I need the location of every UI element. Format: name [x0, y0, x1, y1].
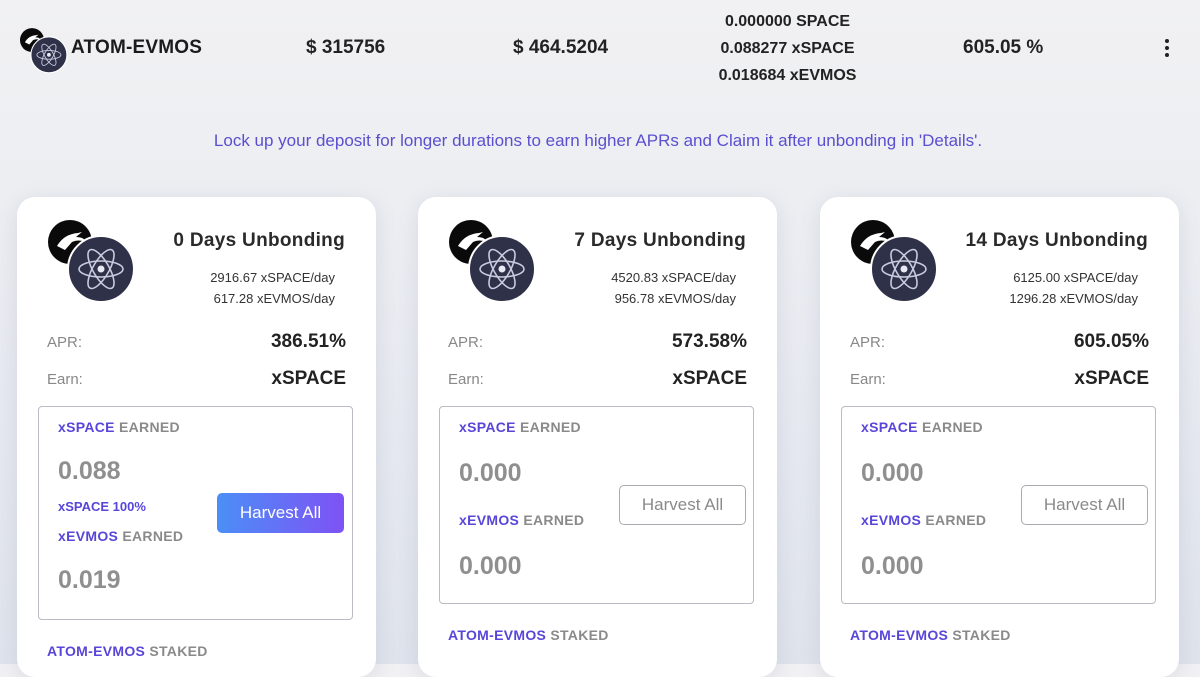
apr-value: 573.58%	[671, 331, 747, 352]
earn-token: xSPACE	[271, 368, 346, 389]
xevmos-rate: 1296.28 xEVMOS/day	[1009, 291, 1138, 306]
pool-card-14-days: 14 Days Unbonding 6125.00 xSPACE/day 129…	[820, 197, 1179, 677]
xspace-rate: 6125.00 xSPACE/day	[1013, 270, 1138, 285]
lockup-notice: Lock up your deposit for longer duration…	[213, 131, 983, 150]
pool-card-0-days: 0 Days Unbonding 2916.67 xSPACE/day 617.…	[17, 197, 376, 677]
xspace-earned-value: 0.088	[58, 457, 121, 485]
xspace-earned-value: 0.000	[861, 459, 924, 487]
harvest-all-button[interactable]: Harvest All	[217, 493, 344, 533]
atom-evmos-pair-icon	[20, 27, 68, 75]
card-title: 7 Days Unbonding	[574, 230, 746, 251]
pool-card-7-days: 7 Days Unbonding 4520.83 xSPACE/day 956.…	[418, 197, 777, 677]
earn-label: Earn:	[448, 371, 484, 388]
xspace-share: xSPACE 100%	[58, 499, 146, 514]
apr-value: 386.51%	[270, 331, 346, 352]
max-apr: 605.05 %	[963, 37, 1044, 58]
earnings-box: xSPACE EARNED 0.088 xSPACE 100% xEVMOS E…	[38, 406, 353, 620]
xspace-earned-title: xSPACE EARNED	[459, 419, 581, 435]
atom-evmos-pair-icon	[449, 220, 537, 304]
apr-label: APR:	[448, 334, 484, 351]
card-title: 0 Days Unbonding	[173, 230, 345, 251]
xevmos-rate: 617.28 xEVMOS/day	[213, 291, 335, 306]
xspace-rate: 4520.83 xSPACE/day	[611, 270, 736, 285]
xevmos-earned-value: 0.019	[58, 566, 121, 594]
xspace-rate: 2916.67 xSPACE/day	[210, 270, 335, 285]
atom-evmos-pair-icon	[48, 220, 136, 304]
harvest-all-button[interactable]: Harvest All	[619, 485, 746, 525]
earnings-box: xSPACE EARNED 0.000 xEVMOS EARNED 0.000 …	[439, 406, 754, 604]
staked-title: ATOM-EVMOS STAKED	[850, 627, 1011, 643]
xevmos-earned-value: 0.000	[459, 552, 522, 580]
staked-title: ATOM-EVMOS STAKED	[448, 627, 609, 643]
xspace-earned-title: xSPACE EARNED	[861, 419, 983, 435]
xspace-earned-value: 0.000	[459, 459, 522, 487]
tvl-value: $ 315756	[306, 37, 386, 58]
xevmos-earned-title: xEVMOS EARNED	[58, 528, 184, 544]
xevmos-rate: 956.78 xEVMOS/day	[614, 291, 736, 306]
earn-label: Earn:	[47, 371, 83, 388]
kebab-menu-icon[interactable]	[1158, 37, 1176, 59]
earn-token: xSPACE	[1074, 368, 1149, 389]
pair-name: ATOM-EVMOS	[71, 37, 203, 58]
apr-value: 605.05%	[1073, 331, 1149, 352]
reward-space: 0.000000 SPACE	[724, 13, 851, 30]
apr-label: APR:	[850, 334, 886, 351]
staked-title: ATOM-EVMOS STAKED	[47, 643, 208, 659]
farm-row-header[interactable]: ATOM-EVMOS $ 315756 $ 464.5204 0.000000 …	[0, 0, 1200, 100]
deposit-value: $ 464.5204	[513, 37, 609, 58]
apr-label: APR:	[47, 334, 83, 351]
reward-xspace: 0.088277 xSPACE	[720, 40, 855, 57]
pending-rewards: 0.000000 SPACE 0.088277 xSPACE 0.018684 …	[690, 8, 885, 89]
xevmos-earned-title: xEVMOS EARNED	[861, 512, 987, 528]
earn-token: xSPACE	[672, 368, 747, 389]
atom-evmos-pair-icon	[851, 220, 939, 304]
earnings-box: xSPACE EARNED 0.000 xEVMOS EARNED 0.000 …	[841, 406, 1156, 604]
harvest-all-button[interactable]: Harvest All	[1021, 485, 1148, 525]
xevmos-earned-value: 0.000	[861, 552, 924, 580]
xspace-earned-title: xSPACE EARNED	[58, 419, 180, 435]
reward-xevmos: 0.018684 xEVMOS	[718, 67, 857, 84]
earn-label: Earn:	[850, 371, 886, 388]
xevmos-earned-title: xEVMOS EARNED	[459, 512, 585, 528]
card-title: 14 Days Unbonding	[965, 230, 1148, 251]
